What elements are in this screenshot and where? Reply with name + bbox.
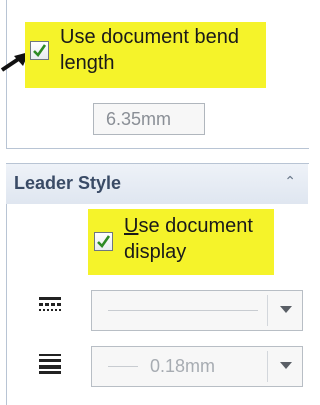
use-document-bend-length-label: Use document bend length [60, 26, 240, 74]
line-thickness-preview [108, 366, 138, 367]
leader-style-header[interactable]: Leader Style ⌃ [6, 164, 308, 204]
line-style-preview [108, 310, 258, 311]
collapse-chevron-icon[interactable]: ⌃ [284, 173, 296, 190]
leader-style-title: Leader Style [14, 173, 122, 193]
line-style-icon [39, 297, 61, 311]
use-document-display-label: Use document display [124, 215, 253, 263]
checkmark-icon [33, 44, 47, 58]
line-thickness-dropdown[interactable]: 0.18mm [91, 346, 303, 387]
checkmark-icon [97, 235, 111, 249]
line-style-dropdown[interactable] [91, 290, 303, 331]
use-document-bend-length-checkbox[interactable] [30, 41, 49, 60]
dropdown-arrow-icon[interactable] [280, 306, 292, 313]
line-thickness-icon [39, 354, 61, 374]
line-thickness-value: 0.18mm [150, 356, 216, 376]
dropdown-arrow-icon[interactable] [280, 362, 292, 369]
use-document-display-checkbox[interactable] [94, 232, 113, 251]
bend-length-input[interactable]: 6.35mm [93, 103, 205, 135]
